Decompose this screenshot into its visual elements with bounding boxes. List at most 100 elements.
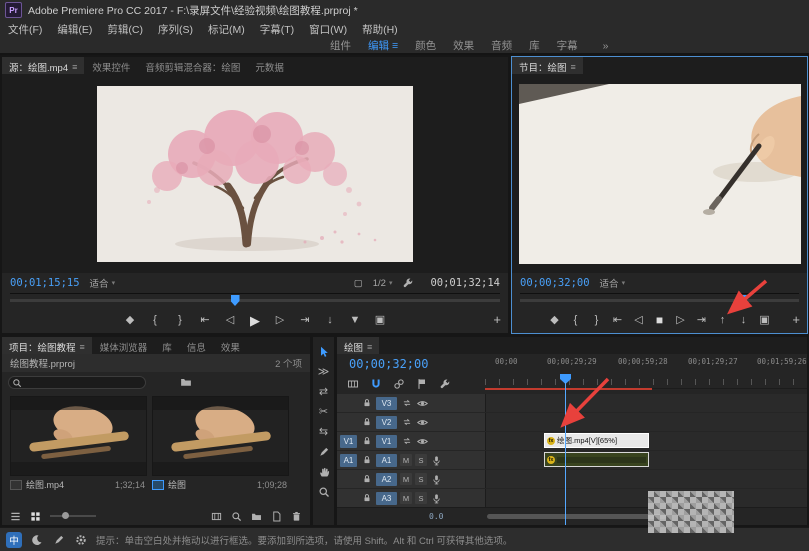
track-target-a1[interactable]: A1 — [376, 454, 397, 467]
project-item-name[interactable]: 绘图 — [168, 478, 186, 491]
tab-metadata[interactable]: 元数据 — [248, 57, 291, 74]
project-item-thumbnail[interactable] — [10, 396, 147, 476]
slip-tool[interactable]: ⇆ — [316, 424, 331, 439]
project-item-row[interactable]: 绘图 1;09;28 — [152, 478, 287, 491]
workspace-library[interactable]: 库 — [529, 38, 540, 53]
mute-button[interactable]: M — [400, 473, 412, 485]
track-content-a3[interactable] — [485, 489, 807, 507]
program-scrubber[interactable] — [520, 293, 799, 307]
ime-language-icon[interactable]: 中 — [6, 532, 22, 548]
timeline-current-timecode[interactable]: 00;00;32;00 — [349, 357, 428, 371]
mark-in-button[interactable]: { — [569, 315, 583, 326]
menu-clip[interactable]: 剪辑(C) — [107, 22, 143, 37]
delete-icon[interactable] — [291, 511, 302, 522]
tab-media-browser[interactable]: 媒体浏览器 — [93, 337, 155, 354]
tab-effects[interactable]: 效果 — [214, 337, 247, 354]
workspace-editing[interactable]: 编辑≡ — [368, 38, 398, 53]
source-scrubber[interactable] — [10, 293, 500, 307]
track-content-a2[interactable] — [485, 470, 807, 488]
timeline-playhead-line[interactable] — [565, 382, 566, 525]
insert-button[interactable]: ↓ — [323, 315, 337, 326]
tab-program-monitor[interactable]: 节目：绘图 ≡ — [512, 57, 583, 74]
track-target-v3[interactable]: V3 — [376, 397, 397, 410]
workspace-color[interactable]: 颜色 — [415, 38, 436, 53]
go-to-out-button[interactable]: ⇥ — [298, 315, 312, 326]
program-current-timecode[interactable]: 00;00;32;00 — [520, 277, 590, 289]
new-item-icon[interactable] — [271, 511, 282, 522]
track-lock-icon[interactable] — [360, 454, 373, 467]
overwrite-button[interactable]: ▼ — [348, 315, 362, 326]
sync-lock-icon[interactable] — [400, 397, 413, 410]
step-back-button[interactable]: ◁ — [223, 315, 237, 326]
workspace-audio[interactable]: 音频 — [491, 38, 512, 53]
menu-marker[interactable]: 标记(M) — [208, 22, 245, 37]
track-content-v2[interactable] — [485, 413, 807, 431]
ime-settings-gear-icon[interactable] — [74, 533, 88, 547]
button-editor-plus-button[interactable]: + — [493, 312, 501, 327]
tab-sequence[interactable]: 绘图 ≡ — [337, 337, 379, 354]
track-target-a2[interactable]: A2 — [376, 473, 397, 486]
hand-tool[interactable] — [316, 464, 331, 479]
go-to-out-button[interactable]: ⇥ — [695, 315, 709, 326]
workspace-titles[interactable]: 字幕 — [557, 38, 578, 53]
sync-lock-icon[interactable] — [400, 435, 413, 448]
solo-button[interactable]: S — [415, 454, 427, 466]
slider-knob[interactable] — [62, 512, 69, 519]
new-search-bin-icon[interactable] — [180, 376, 192, 388]
menu-help[interactable]: 帮助(H) — [362, 22, 398, 37]
workspace-effects[interactable]: 效果 — [453, 38, 474, 53]
menu-sequence[interactable]: 序列(S) — [158, 22, 193, 37]
lift-button[interactable]: ↑ — [716, 315, 730, 326]
track-visibility-eye-icon[interactable] — [416, 397, 429, 410]
track-target-v2[interactable]: V2 — [376, 416, 397, 429]
track-lock-icon[interactable] — [360, 435, 373, 448]
tab-libraries[interactable]: 库 — [155, 337, 179, 354]
panel-menu-icon[interactable]: ≡ — [80, 342, 85, 352]
track-visibility-eye-icon[interactable] — [416, 416, 429, 429]
timeline-settings-wrench-icon[interactable] — [439, 378, 451, 390]
workspace-overflow-icon[interactable]: » — [603, 40, 609, 52]
step-forward-button[interactable]: ▷ — [273, 315, 287, 326]
voiceover-mic-icon[interactable] — [430, 473, 443, 486]
menu-window[interactable]: 窗口(W) — [309, 22, 347, 37]
tab-source-monitor[interactable]: 源：绘图.mp4 ≡ — [2, 57, 84, 74]
track-select-forward-tool[interactable]: ≫ — [316, 364, 331, 379]
insert-as-nest-icon[interactable] — [347, 378, 359, 390]
panel-menu-icon[interactable]: ≡ — [571, 62, 576, 72]
project-item-name[interactable]: 绘图.mp4 — [26, 478, 64, 491]
track-lock-icon[interactable] — [360, 416, 373, 429]
list-view-icon[interactable] — [10, 511, 21, 522]
stop-button[interactable]: ■ — [653, 314, 667, 326]
source-patch-empty[interactable] — [340, 397, 357, 410]
ime-moon-icon[interactable] — [30, 533, 44, 547]
mute-button[interactable]: M — [400, 454, 412, 466]
selection-tool[interactable] — [316, 344, 331, 359]
settings-wrench-icon[interactable] — [402, 277, 414, 289]
tab-effect-controls[interactable]: 效果控件 — [85, 57, 137, 74]
track-target-a3[interactable]: A3 — [376, 492, 397, 505]
mark-out-button[interactable]: } — [173, 315, 187, 326]
menu-title[interactable]: 字幕(T) — [260, 22, 294, 37]
new-bin-icon[interactable] — [251, 511, 262, 522]
source-playhead[interactable] — [231, 295, 240, 306]
razor-tool[interactable]: ✂ — [316, 404, 331, 419]
play-button[interactable]: ▶ — [248, 314, 262, 327]
go-to-in-button[interactable]: ⇤ — [198, 315, 212, 326]
voiceover-mic-icon[interactable] — [430, 492, 443, 505]
menu-file[interactable]: 文件(F) — [8, 22, 42, 37]
solo-button[interactable]: S — [415, 473, 427, 485]
source-patch-v1[interactable]: V1 — [340, 435, 357, 448]
button-editor-plus-button[interactable]: + — [792, 312, 800, 327]
program-zoom-select[interactable]: 适合 ▾ — [600, 276, 626, 290]
track-target-v1[interactable]: V1 — [376, 435, 397, 448]
track-lock-icon[interactable] — [360, 473, 373, 486]
solo-button[interactable]: S — [415, 492, 427, 504]
search-input[interactable] — [8, 376, 146, 389]
workspace-assembly[interactable]: 组件 — [330, 38, 351, 53]
zoom-tool[interactable] — [316, 484, 331, 499]
go-to-in-button[interactable]: ⇤ — [611, 315, 625, 326]
add-marker-button[interactable]: ◆ — [123, 315, 137, 326]
source-zoom-select[interactable]: 适合 ▾ — [90, 276, 116, 290]
tab-audio-clip-mixer[interactable]: 音频剪辑混合器：绘图 — [138, 57, 247, 74]
audio-clip[interactable]: fx — [544, 452, 649, 467]
